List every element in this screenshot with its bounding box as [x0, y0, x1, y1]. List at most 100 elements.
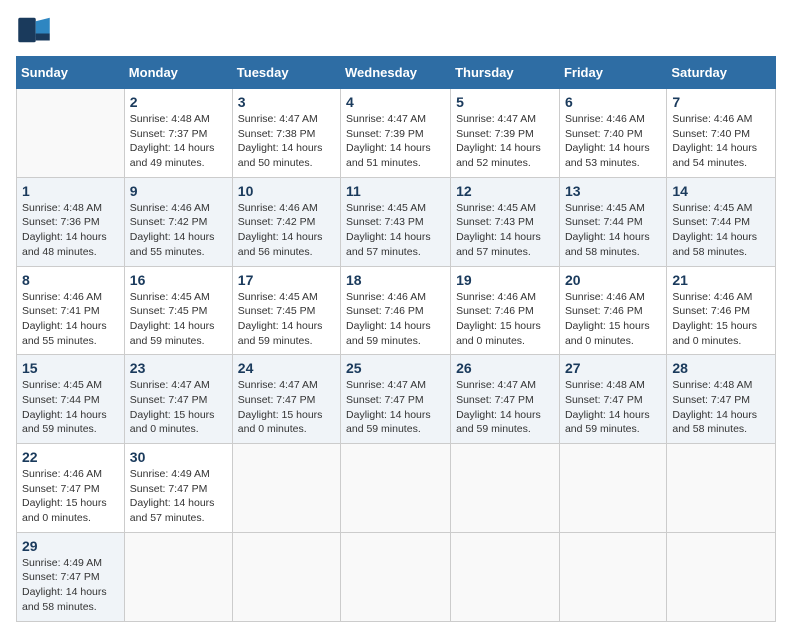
day-info: Sunrise: 4:49 AMSunset: 7:47 PMDaylight:…: [22, 557, 107, 613]
day-number: 20: [565, 272, 661, 288]
calendar-cell: 13 Sunrise: 4:45 AMSunset: 7:44 PMDayligh…: [559, 177, 666, 266]
day-number: 26: [456, 360, 554, 376]
col-header-tuesday: Tuesday: [232, 57, 340, 89]
day-number: 8: [22, 272, 119, 288]
calendar-cell: 7Sunrise: 4:46 AMSunset: 7:40 PMDaylight…: [667, 89, 776, 178]
calendar-cell: 4 Sunrise: 4:47 AMSunset: 7:39 PMDaylight…: [341, 89, 451, 178]
calendar-cell: [232, 532, 340, 621]
calendar-cell: 21Sunrise: 4:46 AMSunset: 7:46 PMDayligh…: [667, 266, 776, 355]
day-number: 14: [672, 183, 770, 199]
calendar-cell: 26 Sunrise: 4:47 AMSunset: 7:47 PMDayligh…: [451, 355, 560, 444]
logo-icon: [16, 16, 52, 44]
day-info: Sunrise: 4:48 AMSunset: 7:36 PMDaylight:…: [22, 202, 107, 258]
calendar-row: 1 Sunrise: 4:48 AMSunset: 7:36 PMDaylight…: [17, 177, 776, 266]
calendar-cell: 14 Sunrise: 4:45 AMSunset: 7:44 PMDayligh…: [667, 177, 776, 266]
calendar-cell: 20 Sunrise: 4:46 AMSunset: 7:46 PMDayligh…: [559, 266, 666, 355]
calendar-cell: [559, 532, 666, 621]
calendar-cell: [232, 444, 340, 533]
day-info: Sunrise: 4:46 AMSunset: 7:46 PMDaylight:…: [565, 291, 650, 347]
day-info: Sunrise: 4:46 AMSunset: 7:46 PMDaylight:…: [672, 291, 757, 347]
day-info: Sunrise: 4:45 AMSunset: 7:45 PMDaylight:…: [130, 291, 215, 347]
day-info: Sunrise: 4:48 AMSunset: 7:37 PMDaylight:…: [130, 113, 215, 169]
calendar-cell: 28Sunrise: 4:48 AMSunset: 7:47 PMDayligh…: [667, 355, 776, 444]
calendar-cell: [341, 532, 451, 621]
day-number: 30: [130, 449, 227, 465]
calendar-cell: 19Sunrise: 4:46 AMSunset: 7:46 PMDayligh…: [451, 266, 560, 355]
day-info: Sunrise: 4:46 AMSunset: 7:40 PMDaylight:…: [672, 113, 757, 169]
day-info: Sunrise: 4:47 AMSunset: 7:47 PMDaylight:…: [456, 379, 541, 435]
day-number: 3: [238, 94, 335, 110]
day-number: 17: [238, 272, 335, 288]
day-info: Sunrise: 4:47 AMSunset: 7:39 PMDaylight:…: [456, 113, 541, 169]
calendar-row: 8 Sunrise: 4:46 AMSunset: 7:41 PMDaylight…: [17, 266, 776, 355]
logo: [16, 16, 56, 44]
day-info: Sunrise: 4:45 AMSunset: 7:43 PMDaylight:…: [456, 202, 541, 258]
calendar-cell: [451, 532, 560, 621]
calendar-cell: 5 Sunrise: 4:47 AMSunset: 7:39 PMDaylight…: [451, 89, 560, 178]
calendar-table: SundayMondayTuesdayWednesdayThursdayFrid…: [16, 56, 776, 622]
calendar-cell: 6 Sunrise: 4:46 AMSunset: 7:40 PMDaylight…: [559, 89, 666, 178]
col-header-wednesday: Wednesday: [341, 57, 451, 89]
day-info: Sunrise: 4:45 AMSunset: 7:44 PMDaylight:…: [565, 202, 650, 258]
day-info: Sunrise: 4:46 AMSunset: 7:47 PMDaylight:…: [22, 468, 107, 524]
calendar-cell: 10Sunrise: 4:46 AMSunset: 7:42 PMDayligh…: [232, 177, 340, 266]
calendar-cell: 2Sunrise: 4:48 AMSunset: 7:37 PMDaylight…: [124, 89, 232, 178]
day-info: Sunrise: 4:46 AMSunset: 7:40 PMDaylight:…: [565, 113, 650, 169]
day-number: 1: [22, 183, 119, 199]
col-header-saturday: Saturday: [667, 57, 776, 89]
calendar-cell: 9Sunrise: 4:46 AMSunset: 7:42 PMDaylight…: [124, 177, 232, 266]
day-info: Sunrise: 4:47 AMSunset: 7:39 PMDaylight:…: [346, 113, 431, 169]
calendar-cell: [341, 444, 451, 533]
day-info: Sunrise: 4:45 AMSunset: 7:43 PMDaylight:…: [346, 202, 431, 258]
calendar-cell: 8 Sunrise: 4:46 AMSunset: 7:41 PMDaylight…: [17, 266, 125, 355]
col-header-friday: Friday: [559, 57, 666, 89]
day-number: 5: [456, 94, 554, 110]
col-header-thursday: Thursday: [451, 57, 560, 89]
day-info: Sunrise: 4:46 AMSunset: 7:41 PMDaylight:…: [22, 291, 107, 347]
day-number: 13: [565, 183, 661, 199]
day-info: Sunrise: 4:47 AMSunset: 7:47 PMDaylight:…: [130, 379, 215, 435]
day-info: Sunrise: 4:47 AMSunset: 7:38 PMDaylight:…: [238, 113, 323, 169]
day-number: 22: [22, 449, 119, 465]
calendar-cell: [17, 89, 125, 178]
day-info: Sunrise: 4:46 AMSunset: 7:46 PMDaylight:…: [346, 291, 431, 347]
day-info: Sunrise: 4:48 AMSunset: 7:47 PMDaylight:…: [565, 379, 650, 435]
day-number: 25: [346, 360, 445, 376]
col-header-sunday: Sunday: [17, 57, 125, 89]
calendar-cell: 30 Sunrise: 4:49 AMSunset: 7:47 PMDayligh…: [124, 444, 232, 533]
calendar-row: 22 Sunrise: 4:46 AMSunset: 7:47 PMDayligh…: [17, 444, 776, 533]
day-info: Sunrise: 4:49 AMSunset: 7:47 PMDaylight:…: [130, 468, 215, 524]
calendar-cell: 3 Sunrise: 4:47 AMSunset: 7:38 PMDaylight…: [232, 89, 340, 178]
calendar-cell: 23Sunrise: 4:47 AMSunset: 7:47 PMDayligh…: [124, 355, 232, 444]
col-header-monday: Monday: [124, 57, 232, 89]
calendar-cell: 11 Sunrise: 4:45 AMSunset: 7:43 PMDayligh…: [341, 177, 451, 266]
day-number: 6: [565, 94, 661, 110]
day-number: 16: [130, 272, 227, 288]
day-info: Sunrise: 4:47 AMSunset: 7:47 PMDaylight:…: [238, 379, 323, 435]
day-number: 28: [672, 360, 770, 376]
calendar-cell: [667, 532, 776, 621]
calendar-row: 29Sunrise: 4:49 AMSunset: 7:47 PMDayligh…: [17, 532, 776, 621]
calendar-cell: 17 Sunrise: 4:45 AMSunset: 7:45 PMDayligh…: [232, 266, 340, 355]
calendar-cell: [559, 444, 666, 533]
day-number: 18: [346, 272, 445, 288]
day-info: Sunrise: 4:45 AMSunset: 7:44 PMDaylight:…: [672, 202, 757, 258]
day-info: Sunrise: 4:45 AMSunset: 7:45 PMDaylight:…: [238, 291, 323, 347]
day-number: 4: [346, 94, 445, 110]
day-info: Sunrise: 4:47 AMSunset: 7:47 PMDaylight:…: [346, 379, 431, 435]
calendar-row: 2Sunrise: 4:48 AMSunset: 7:37 PMDaylight…: [17, 89, 776, 178]
calendar-cell: [451, 444, 560, 533]
day-number: 24: [238, 360, 335, 376]
calendar-cell: 24 Sunrise: 4:47 AMSunset: 7:47 PMDayligh…: [232, 355, 340, 444]
day-number: 15: [22, 360, 119, 376]
day-number: 11: [346, 183, 445, 199]
day-number: 12: [456, 183, 554, 199]
day-number: 9: [130, 183, 227, 199]
page-header: [16, 16, 776, 44]
calendar-row: 15Sunrise: 4:45 AMSunset: 7:44 PMDayligh…: [17, 355, 776, 444]
calendar-cell: 29Sunrise: 4:49 AMSunset: 7:47 PMDayligh…: [17, 532, 125, 621]
calendar-cell: 15Sunrise: 4:45 AMSunset: 7:44 PMDayligh…: [17, 355, 125, 444]
day-number: 10: [238, 183, 335, 199]
calendar-cell: 25 Sunrise: 4:47 AMSunset: 7:47 PMDayligh…: [341, 355, 451, 444]
day-number: 19: [456, 272, 554, 288]
